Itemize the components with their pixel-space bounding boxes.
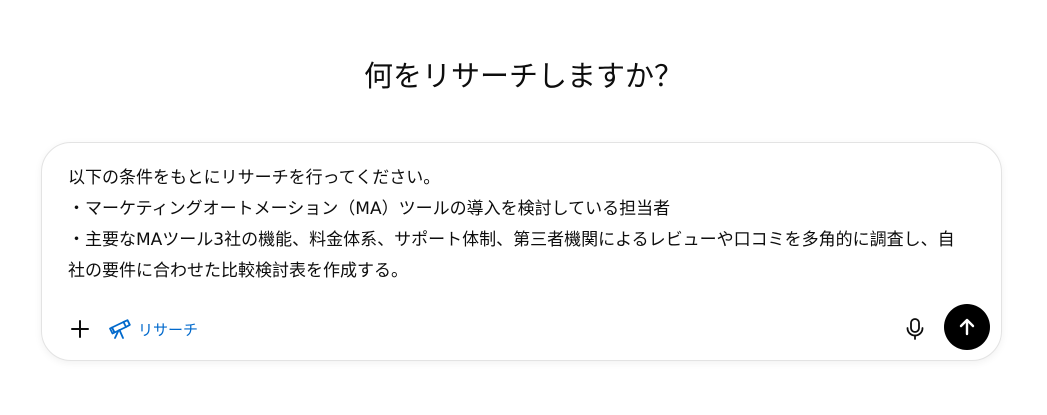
prompt-line: 社の要件に合わせた比較検討表を作成する。 [68,261,408,281]
microphone-icon [906,318,924,340]
prompt-line: 以下の条件をもとにリサーチを行ってください。 [68,168,441,188]
voice-input-button[interactable] [898,312,932,346]
prompt-textarea[interactable]: 以下の条件をもとにリサーチを行ってください。 ・マーケティングオートメーション（… [68,163,978,287]
send-button[interactable] [944,304,990,350]
prompt-line: ・マーケティングオートメーション（MA）ツールの導入を検討している担当者 [68,199,671,219]
prompt-line: ・主要なMAツール3社の機能、料金体系、サポート体制、第三者機関によるレビューや… [68,230,955,250]
page-title: 何をリサーチしますか？ [363,59,683,93]
research-tool-label: リサーチ [138,320,199,339]
composer-toolbar: リサーチ [66,311,198,347]
add-attachment-button[interactable] [66,315,94,343]
plus-icon [71,320,89,338]
research-tool-button[interactable]: リサーチ [108,315,198,343]
research-page: 何をリサーチしますか？ 以下の条件をもとにリサーチを行ってください。 ・マーケテ… [0,0,1047,415]
telescope-icon [109,319,131,339]
arrow-up-icon [959,318,975,336]
prompt-composer[interactable]: 以下の条件をもとにリサーチを行ってください。 ・マーケティングオートメーション（… [41,142,1002,361]
